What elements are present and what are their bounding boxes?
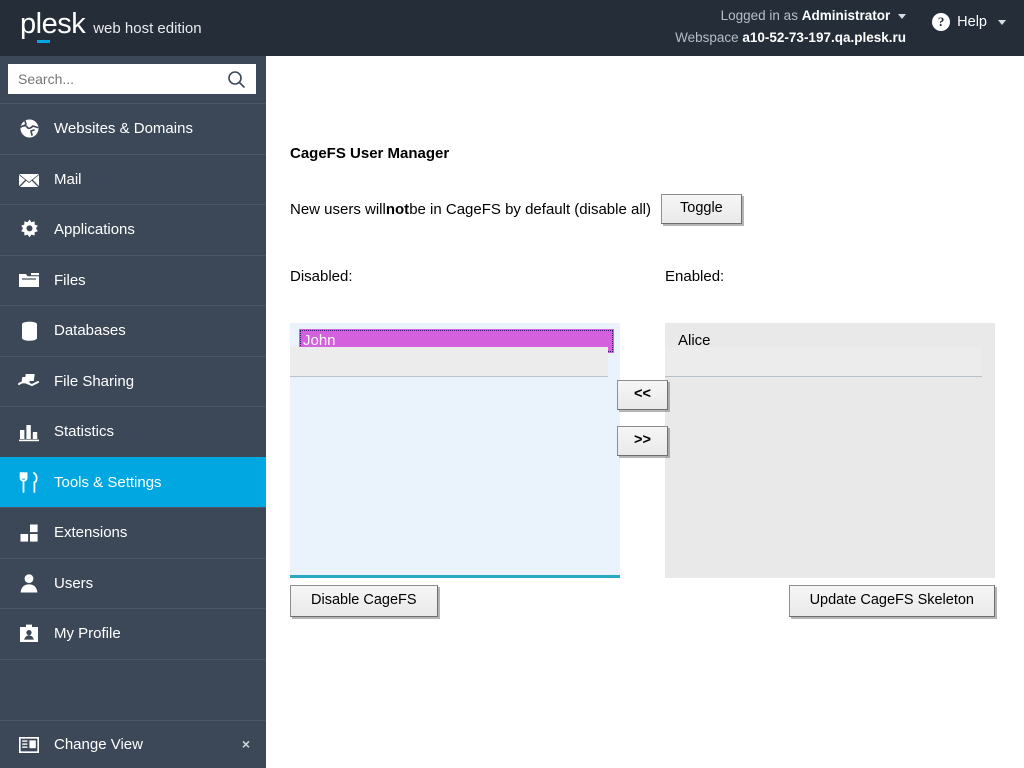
sidebar-item-label: Statistics xyxy=(54,423,115,441)
logo-text: plesk xyxy=(20,8,86,40)
sidebar-item-label: Databases xyxy=(54,322,126,340)
search-input[interactable] xyxy=(9,66,209,92)
sidebar-item-my-profile[interactable]: My Profile xyxy=(0,608,266,659)
sidebar-item-label: File Sharing xyxy=(54,372,135,390)
change-view-label: Change View xyxy=(54,736,143,753)
fork-knife-icon xyxy=(18,471,40,493)
disabled-list-label: Disabled: xyxy=(290,268,353,285)
move-left-button[interactable]: << xyxy=(617,380,668,410)
profile-card-icon xyxy=(18,623,40,645)
sidebar-item-label: Tools & Settings xyxy=(54,473,162,491)
default-text-before: New users will xyxy=(290,200,386,218)
sidebar-item-label: Mail xyxy=(54,170,82,188)
sidebar-item-label: Applications xyxy=(54,221,135,239)
disabled-filter-input[interactable] xyxy=(290,347,608,377)
sidebar-item-applications[interactable]: Applications xyxy=(0,204,266,255)
default-text-after: be in CageFS by default (disable all) xyxy=(409,200,651,218)
blocks-icon xyxy=(18,522,40,544)
sidebar-item-extensions[interactable]: Extensions xyxy=(0,507,266,558)
enabled-filter-input[interactable] xyxy=(665,347,982,377)
sidebar-item-label: Files xyxy=(54,271,86,289)
webspace-value: a10-52-73-197.qa.plesk.ru xyxy=(742,30,906,45)
toggle-button[interactable]: Toggle xyxy=(661,194,742,224)
main-content: CageFS User Manager New users will not b… xyxy=(266,56,1024,768)
logged-in-user: Administrator xyxy=(801,8,891,23)
enabled-list-label: Enabled: xyxy=(665,268,725,285)
cagefs-default-statement: New users will not be in CageFS by defau… xyxy=(290,194,742,224)
chevron-down-icon[interactable] xyxy=(898,13,906,19)
sidebar-item-label: My Profile xyxy=(54,625,121,643)
search-box[interactable] xyxy=(8,64,256,94)
plesk-logo[interactable]: plesk web host edition xyxy=(20,8,202,43)
sidebar: Websites & Domains Mail Applications xyxy=(0,56,266,768)
layout-icon xyxy=(18,734,40,756)
sidebar-item-mail[interactable]: Mail xyxy=(0,153,266,205)
help-label: Help xyxy=(957,14,987,30)
search-icon[interactable] xyxy=(227,70,246,89)
folder-icon xyxy=(18,269,40,291)
envelope-icon xyxy=(18,168,40,190)
sidebar-item-files[interactable]: Files xyxy=(0,254,266,306)
help-icon: ? xyxy=(932,13,951,31)
chevron-down-icon[interactable] xyxy=(998,19,1006,25)
database-icon xyxy=(18,320,40,342)
sidebar-item-label: Users xyxy=(54,574,94,592)
change-view-button[interactable]: Change View × xyxy=(0,720,266,768)
sidebar-item-label: Extensions xyxy=(54,524,128,542)
gear-icon xyxy=(18,219,40,241)
webspace-row: Webspace a10-52-73-197.qa.plesk.ru xyxy=(675,27,906,49)
logo-edition-label: web host edition xyxy=(93,20,202,37)
webspace-label: Webspace xyxy=(675,30,739,45)
transfer-buttons: << >> xyxy=(617,380,668,456)
sidebar-item-users[interactable]: Users xyxy=(0,557,266,609)
logged-in-row[interactable]: Logged in as Administrator xyxy=(675,5,906,27)
file-sharing-icon xyxy=(18,370,40,392)
globe-icon xyxy=(18,118,40,140)
sidebar-empty-row xyxy=(0,658,266,710)
bar-chart-icon xyxy=(18,421,40,443)
move-right-button[interactable]: >> xyxy=(617,426,668,456)
sidebar-search-row xyxy=(0,56,266,103)
logo-wordmark: plesk xyxy=(20,8,86,43)
user-icon xyxy=(18,572,40,594)
sidebar-item-statistics[interactable]: Statistics xyxy=(0,406,266,457)
disable-cagefs-button[interactable]: Disable CageFS xyxy=(290,585,438,617)
sidebar-item-label: Websites & Domains xyxy=(54,120,193,138)
close-icon[interactable]: × xyxy=(242,737,250,751)
default-text-bold: not xyxy=(385,200,410,218)
logo-underline-accent xyxy=(37,40,50,43)
sidebar-item-tools-settings[interactable]: Tools & Settings xyxy=(0,456,266,507)
update-cagefs-skeleton-button[interactable]: Update CageFS Skeleton xyxy=(788,585,995,617)
sidebar-item-websites-domains[interactable]: Websites & Domains xyxy=(0,103,266,154)
help-menu[interactable]: ? Help xyxy=(932,13,1006,31)
header-account-info: Logged in as Administrator Webspace a10-… xyxy=(675,5,906,49)
logged-in-label: Logged in as xyxy=(720,8,798,23)
app-header: plesk web host edition Logged in as Admi… xyxy=(0,0,1024,56)
sidebar-item-file-sharing[interactable]: File Sharing xyxy=(0,355,266,407)
sidebar-item-databases[interactable]: Databases xyxy=(0,305,266,356)
page-title: CageFS User Manager xyxy=(290,145,450,162)
